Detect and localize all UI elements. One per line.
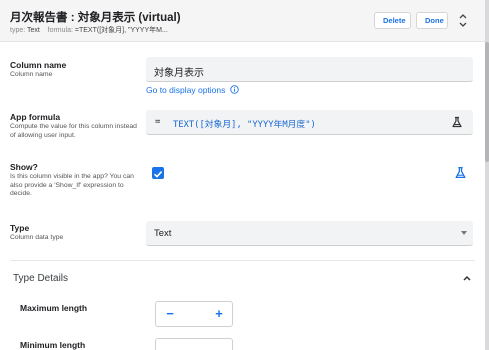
minimum-length-stepper[interactable]	[155, 338, 233, 350]
formula-value: =TEXT([対象月], "YYYY年M...	[74, 27, 168, 34]
expand-collapse-icon[interactable]	[457, 12, 469, 29]
page-title: 月次報告書 : 対象月表示 (virtual)	[10, 12, 181, 24]
show-checkbox[interactable]	[152, 167, 164, 179]
app-formula-description: Compute the value for this column instea…	[10, 123, 137, 139]
editor-header: 月次報告書 : 対象月表示 (virtual) type: Text formu…	[0, 0, 485, 42]
type-value: Text	[154, 228, 172, 239]
type-select[interactable]: Text	[146, 221, 473, 246]
done-button[interactable]: Done	[416, 12, 448, 29]
minimum-length-label: Minimum length	[20, 340, 86, 350]
show-description: Is this column visible in the app? You c…	[10, 173, 134, 198]
app-formula-value: TEXT([対象月], "YYYY年M月度")	[173, 120, 316, 130]
app-formula-input[interactable]: = TEXT([対象月], "YYYY年M月度")	[146, 110, 473, 135]
column-editor-panel: 月次報告書 : 対象月表示 (virtual) type: Text formu…	[0, 0, 485, 350]
display-options-link-text[interactable]: Go to display options	[146, 85, 225, 95]
maximum-length-label: Maximum length	[20, 303, 88, 313]
formula-key: formula:	[47, 27, 73, 34]
type-value: Text	[27, 27, 40, 34]
increment-button[interactable]: +	[213, 306, 225, 322]
type-label: Type	[10, 223, 30, 233]
show-if-flask-icon[interactable]	[454, 166, 467, 179]
type-key: type:	[10, 27, 26, 34]
decrement-button[interactable]: −	[164, 306, 176, 322]
type-description: Column data type	[10, 234, 64, 241]
column-name-input[interactable]: 対象月表示	[146, 57, 473, 82]
chevron-up-icon[interactable]	[462, 274, 472, 282]
section-divider	[10, 260, 475, 261]
show-label: Show?	[10, 162, 38, 172]
checkmark-icon	[153, 171, 163, 178]
type-details-header[interactable]: Type Details	[13, 273, 68, 284]
column-name-label: Column name	[10, 60, 67, 70]
column-name-value: 対象月表示	[154, 68, 204, 79]
delete-button[interactable]: Delete	[374, 12, 411, 29]
dropdown-caret-icon	[461, 231, 467, 235]
info-icon	[230, 85, 239, 94]
app-formula-label: App formula	[10, 112, 61, 122]
column-summary: type: Text formula: =TEXT([対象月], "YYYY年M…	[10, 25, 168, 35]
flask-icon[interactable]	[451, 116, 463, 128]
maximum-length-stepper[interactable]: − +	[155, 301, 233, 327]
formula-equals: =	[155, 117, 161, 127]
scrollbar-thumb[interactable]	[485, 42, 489, 162]
display-options-link[interactable]: Go to display options	[146, 85, 239, 95]
column-name-description: Column name	[10, 71, 53, 78]
